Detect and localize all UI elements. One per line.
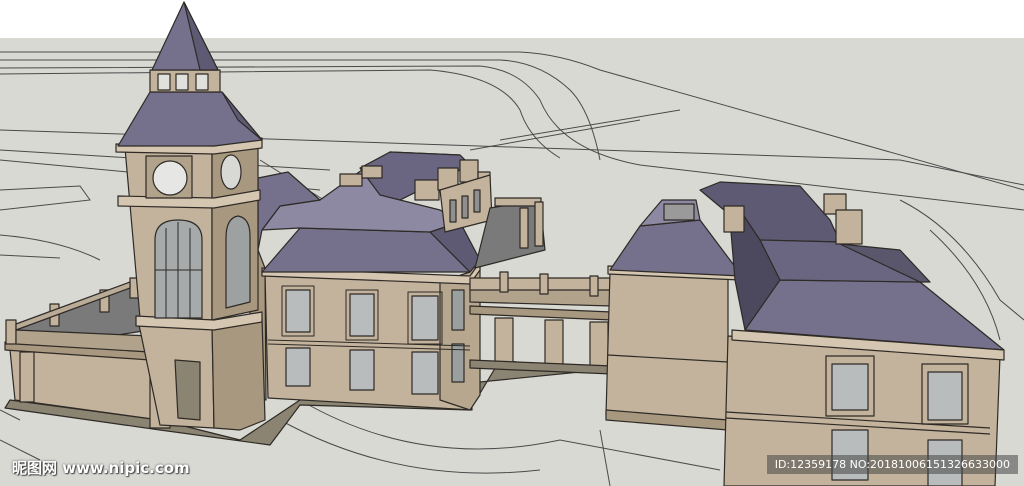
watermark-site-text: 昵图网 www.nipic.com — [12, 459, 190, 477]
right-left-block-wall — [605, 271, 729, 429]
architectural-model-scene — [0, 0, 1024, 486]
belfry-openings — [157, 73, 209, 91]
sky — [0, 0, 1024, 40]
clock-face-side — [220, 154, 242, 190]
clock-tower-shaft-side — [211, 317, 266, 431]
skylight — [663, 203, 695, 221]
watermark-id-text: ID:12359178 NO:20181006151326633000 — [766, 455, 1018, 474]
clock-face-front — [152, 160, 188, 196]
clock-tower-lower-arch — [174, 359, 201, 421]
tower-arched-window-side — [225, 215, 251, 309]
